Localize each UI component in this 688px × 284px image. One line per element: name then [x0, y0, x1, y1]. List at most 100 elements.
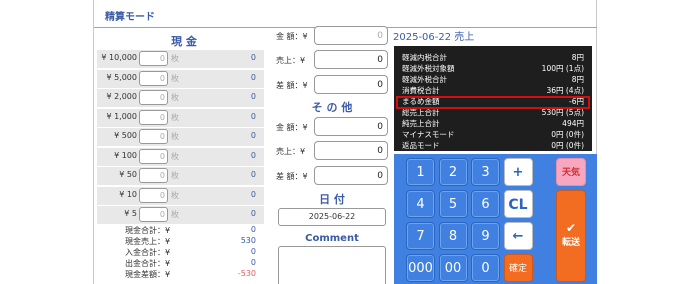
count-input[interactable]: 0 — [139, 109, 168, 125]
summary-label: 出金合計：¥ — [125, 259, 171, 268]
row-amount: 0 — [250, 111, 256, 121]
denomination-label: ¥ 1,000 — [106, 111, 137, 121]
amount-input[interactable]: 0 — [314, 50, 388, 69]
amount-input[interactable]: 0 — [314, 75, 388, 94]
transfer-button[interactable]: ✔ 転送 — [556, 190, 586, 282]
denomination-label: ¥ 10 — [119, 189, 137, 199]
denomination-label: ¥ 100 — [114, 150, 137, 160]
row-amount: 0 — [250, 209, 256, 218]
row-amount: 0 — [250, 189, 256, 199]
transfer-label: 転送 — [561, 238, 580, 248]
key-0-button[interactable]: 0 — [471, 254, 500, 282]
amount-field-row: 売上：¥ 0 — [274, 141, 390, 161]
denomination-label: ¥ 5 — [124, 209, 137, 218]
key-confirm-button[interactable]: 確定 — [503, 254, 533, 282]
field-label: 金 額：¥ — [276, 32, 308, 41]
comment-heading: Comment — [305, 233, 359, 244]
summary-label: 現金差額：¥ — [125, 270, 171, 279]
key-5-button[interactable]: 5 — [438, 190, 468, 218]
row-amount: 0 — [250, 53, 256, 62]
summary-row: 現金差額：¥ -530 — [97, 269, 264, 279]
report-key: 軽減内税合計 — [402, 53, 447, 62]
report-key: 純売上合計 — [402, 119, 440, 128]
key-clear-button[interactable]: CL — [503, 190, 533, 218]
screen-title: 精算モード — [105, 12, 155, 23]
unit-label: 枚 — [171, 132, 179, 141]
weather-button[interactable]: 天気 — [556, 158, 586, 186]
report-row: マイナスモード 0円 (0件) — [402, 129, 586, 140]
unit-label: 枚 — [171, 171, 179, 180]
summary-label: 現金売上：¥ — [125, 237, 171, 246]
cash-row: ¥ 5,000 0 枚 0 — [97, 69, 264, 88]
amount-field-row: 差 額：¥ 0 — [274, 75, 390, 95]
count-input[interactable]: 0 — [139, 90, 168, 105]
count-input[interactable]: 0 — [139, 168, 168, 183]
report-value: 0円 (0件) — [551, 130, 584, 139]
key-000-button[interactable]: 000 — [406, 254, 435, 282]
amount-input[interactable]: 0 — [314, 26, 388, 45]
summary-row: 現金売上：¥ 530 — [97, 236, 264, 246]
summary-label: 入金合計：¥ — [125, 248, 171, 257]
other-heading: そ の 他 — [311, 101, 353, 114]
amount-field-row: 売上：¥ 0 — [274, 50, 390, 70]
key-7-button[interactable]: 7 — [406, 222, 435, 250]
field-label: 差 額：¥ — [276, 172, 308, 181]
report-key: 返品モード — [402, 141, 440, 150]
field-label: 差 額：¥ — [276, 81, 308, 90]
denomination-label: ¥ 10,000 — [101, 53, 137, 62]
unit-label: 枚 — [171, 190, 179, 200]
report-key: 軽減外税合計 — [402, 75, 447, 84]
summary-row: 入金合計：¥ 0 — [97, 247, 264, 257]
report-heading: 2025-06-22 売上 — [393, 32, 475, 43]
amount-input[interactable]: 0 — [314, 166, 388, 185]
denomination-label: ¥ 50 — [119, 170, 137, 179]
report-value: 8円 — [571, 75, 584, 84]
report-key: 消費税合計 — [402, 86, 440, 95]
field-label: 売上：¥ — [276, 56, 306, 65]
key-2-button[interactable]: 2 — [438, 158, 468, 186]
amount-input[interactable]: 0 — [314, 141, 388, 160]
count-input[interactable]: 0 — [139, 129, 168, 144]
unit-label: 枚 — [171, 112, 179, 122]
sales-report[interactable]: 軽減内税合計 8円 軽減外税対象額 100円 (1点) 軽減外税合計 8円 消費税合計 36円… — [394, 46, 592, 151]
key-3-button[interactable]: 3 — [471, 158, 500, 186]
unit-label: 枚 — [171, 54, 179, 63]
field-label: 金 額：¥ — [276, 123, 308, 132]
key-00-button[interactable]: 00 — [438, 254, 468, 282]
count-input[interactable]: 0 — [139, 51, 168, 66]
key-9-button[interactable]: 9 — [471, 222, 500, 250]
row-amount: 0 — [250, 150, 256, 160]
report-row: 返品モード 0円 (0件) — [402, 140, 586, 151]
key-6-button[interactable]: 6 — [471, 190, 500, 218]
amount-field-row: 差 額：¥ 0 — [274, 166, 390, 186]
report-value: 100円 (1点) — [541, 64, 584, 73]
count-input[interactable]: 0 — [139, 70, 168, 86]
report-key: マイナスモード — [402, 130, 455, 139]
row-amount: 0 — [250, 170, 256, 179]
cash-row: ¥ 50 0 枚 0 — [97, 167, 264, 185]
comment-textarea[interactable] — [278, 246, 386, 284]
date-field[interactable]: 2025-06-22 — [278, 208, 386, 226]
report-value: 36円 (4点) — [546, 86, 584, 95]
summary-row: 現金合計：¥ 0 — [97, 225, 264, 235]
key-4-button[interactable]: 4 — [406, 190, 435, 218]
key-backspace-button[interactable]: ← — [503, 222, 533, 250]
cash-row: ¥ 1,000 0 枚 0 — [97, 108, 264, 127]
cash-row: ¥ 2,000 0 枚 0 — [97, 89, 264, 107]
denomination-label: ¥ 2,000 — [106, 92, 137, 101]
report-value: 8円 — [571, 53, 584, 62]
key-8-button[interactable]: 8 — [438, 222, 468, 250]
count-input[interactable]: 0 — [139, 187, 168, 203]
key-1-button[interactable]: 1 — [406, 158, 435, 186]
key-plus-button[interactable]: + — [503, 158, 533, 186]
report-row: 軽減内税合計 8円 — [402, 52, 586, 63]
report-key: 軽減外税対象額 — [402, 64, 455, 73]
cash-row: ¥ 500 0 枚 0 — [97, 128, 264, 146]
report-row: 消費税合計 36円 (4点) — [402, 85, 586, 96]
count-input[interactable]: 0 — [139, 148, 168, 164]
cash-row: ¥ 10,000 0 枚 0 — [97, 50, 264, 68]
cash-row: ¥ 50枚0 — [97, 206, 264, 224]
summary-amount: 0 — [250, 225, 256, 234]
amount-input[interactable]: 0 — [314, 117, 388, 136]
count-input[interactable]: 0 — [139, 207, 168, 222]
